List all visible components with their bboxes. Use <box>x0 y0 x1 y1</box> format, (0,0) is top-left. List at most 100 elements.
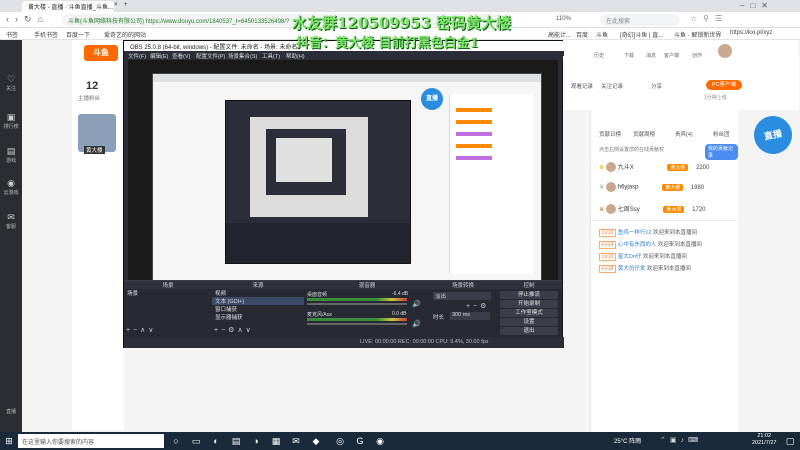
bookmark-item[interactable]: 高能计... <box>548 30 571 39</box>
chat-user[interactable]: 黄大仿仔发 <box>618 266 646 272</box>
nested-bar <box>456 156 492 160</box>
clock-date: 2021/7/27 <box>752 440 777 446</box>
menu-profile[interactable]: 配置文件(P) <box>196 52 225 60</box>
header-nav-client[interactable]: 客户端 <box>664 52 679 59</box>
my-contribution-button[interactable]: 我的贡献记录 <box>705 144 738 160</box>
start-menu-icon[interactable]: ⊞ <box>3 435 15 447</box>
bookmark-item[interactable]: 百度一下 <box>66 30 90 39</box>
transition-select[interactable]: 淡出 <box>433 292 491 300</box>
source-item[interactable]: 文本 (GDI+) <box>212 297 304 305</box>
weather-widget[interactable]: 25°C 阵雨 <box>614 436 641 445</box>
user-avatar[interactable] <box>718 44 732 58</box>
edge-browser-icon[interactable]: ◑ <box>250 435 262 447</box>
nested-capture-browser: 直播 <box>152 73 542 309</box>
browser-search-input[interactable]: 在此搜索 <box>600 14 680 26</box>
menu-file[interactable]: 文件(F) <box>128 52 146 60</box>
settings-button[interactable]: 设置 <box>500 318 558 326</box>
studio-mode-button[interactable]: 工作室模式 <box>500 309 558 317</box>
file-explorer-icon[interactable]: ▤ <box>230 435 242 447</box>
sidebar-item-follow[interactable]: ♡ 关注 <box>0 74 22 92</box>
new-tab-button[interactable]: + <box>124 1 134 12</box>
follow-history-link[interactable]: 关注记录 <box>601 82 623 90</box>
source-item[interactable]: 视频 <box>212 289 304 297</box>
tab-daily-rank[interactable]: 贡献日榜 <box>599 130 621 138</box>
game-app-icon[interactable]: G <box>354 435 366 447</box>
speaker-icon[interactable]: 🔊 <box>412 320 421 328</box>
sidebar-item-cloud-games[interactable]: ◉ 云游戏 <box>0 178 22 196</box>
task-view-icon[interactable]: ▭ <box>190 435 202 447</box>
speaker-icon[interactable]: 🔊 <box>412 300 421 308</box>
rank-row[interactable]: ♛ h6yjasp 黄大楼 1980 <box>599 182 704 192</box>
watch-history-link[interactable]: 观看记录 <box>571 82 593 90</box>
pc-client-button[interactable]: PC客户端 <box>706 80 742 90</box>
bookmark-item[interactable]: 爱奇艺的的网站 <box>104 30 146 39</box>
chat-user[interactable]: 心中有东西的人 <box>618 242 657 248</box>
header-nav-create[interactable]: 创作 <box>692 52 702 59</box>
obs-preview-canvas[interactable]: 直播 <box>128 60 558 312</box>
nested-promo-badge: 直播 <box>421 88 443 110</box>
menu-tools[interactable]: 工具(T) <box>262 52 280 60</box>
header-nav-history[interactable]: 历史 <box>594 52 604 59</box>
rank-row[interactable]: ♛ 七周Ssy 黄大楼 1720 <box>599 204 705 215</box>
notification-icon[interactable]: ▢ <box>784 435 796 447</box>
menu-help[interactable]: 帮助(H) <box>286 52 305 60</box>
exit-button[interactable]: 退出 <box>500 327 558 335</box>
contribution-notice: 点击右侧设置您的在线贡献权 <box>599 147 665 153</box>
chat-user[interactable]: 鱼鸡一样行12 <box>618 230 652 236</box>
douyu-logo[interactable]: 斗鱼 <box>84 45 118 61</box>
transition-add-remove-icon[interactable]: +−⚙ <box>466 302 489 310</box>
bookmark-item[interactable]: 百度 <box>576 30 588 39</box>
mail-icon[interactable]: ✉ <box>290 435 302 447</box>
window-controls-icon[interactable]: –□✕ <box>740 1 774 10</box>
scene-item[interactable]: 场景 <box>124 289 212 297</box>
bookmark-item[interactable]: 斗鱼 · 解锁新世界 <box>674 30 721 39</box>
source-item[interactable]: 窗口捕获 <box>212 305 304 313</box>
transitions-dock-title: 场景转换 <box>430 281 496 289</box>
chat-text: 欢迎来到本直播间 <box>646 266 691 272</box>
close-tab-icon[interactable]: × <box>114 1 122 12</box>
sidebar-item-service[interactable]: ✉ 客服 <box>0 212 22 230</box>
taskbar-clock[interactable]: 21:02 2021/7/27 <box>752 433 776 447</box>
source-add-remove-icon[interactable]: +−⚙∧∨ <box>214 326 254 334</box>
taskbar-search-input[interactable]: 在这里输入你要搜索的内容 <box>18 434 164 448</box>
start-recording-button[interactable]: 开始录制 <box>500 300 558 308</box>
bookmark-item[interactable]: 书签 <box>6 30 18 39</box>
store-icon[interactable]: ▦ <box>270 435 282 447</box>
menu-scene-collection[interactable]: 场景集合(S) <box>228 52 257 60</box>
rank-row[interactable]: ♛ 九斗X 黄大楼 2200 <box>599 162 709 173</box>
bookmark-item[interactable]: [奇幻]斗鱼 | 直... <box>620 30 663 39</box>
app-icon[interactable]: ◆ <box>310 435 322 447</box>
tab-fan-club[interactable]: 粉丝团 <box>713 130 730 138</box>
browser-tab-active[interactable]: 黄大楼 - 直播 · 斗鱼直播_斗鱼... <box>22 1 114 12</box>
header-nav-download[interactable]: 下载 <box>624 52 634 59</box>
extensions-icon[interactable]: ☆⚲☰ <box>690 14 728 23</box>
mixer-channel-label: 麦克风/Aux <box>307 312 333 318</box>
sidebar-item-live[interactable]: 直播 <box>0 408 22 415</box>
duration-input[interactable]: 300 ms <box>450 312 490 320</box>
share-link[interactable]: 分享 <box>651 82 662 90</box>
tab-weekly-rank[interactable]: 贡献周榜 <box>633 130 655 138</box>
bookmark-item[interactable]: 手机书签 <box>34 30 58 39</box>
nav-arrows-icon[interactable]: ‹›↻⌂ <box>6 14 49 25</box>
stop-streaming-button[interactable]: 停止推流 <box>500 291 558 299</box>
sidebar-item-ranking[interactable]: ▣ 排行榜 <box>0 112 22 130</box>
source-item[interactable]: 显示器捕获 <box>212 313 304 321</box>
chat-user[interactable]: 星大Dn仔 <box>618 254 642 260</box>
sidebar-item-games[interactable]: ▤ 游戏 <box>0 146 22 164</box>
overlay-douyin: 抖音：黄大楼 目前打黑色白金1 <box>296 36 479 51</box>
volume-slider[interactable] <box>307 303 407 305</box>
sidebar-item-label: 排行榜 <box>3 124 19 130</box>
scene-add-remove-icon[interactable]: +−∧∨ <box>126 326 156 334</box>
tab-vip[interactable]: 贵宾(4) <box>675 130 693 138</box>
bookmark-item[interactable]: 斗鱼 <box>596 30 608 39</box>
edge-icon[interactable]: ◐ <box>210 435 222 447</box>
menu-edit[interactable]: 编辑(E) <box>150 52 168 60</box>
volume-slider[interactable] <box>307 323 407 325</box>
system-tray-icons[interactable]: ⌃▣♪⌨ <box>660 436 702 444</box>
browser-app-icon[interactable]: ◎ <box>334 435 346 447</box>
cortana-icon[interactable]: ○ <box>170 435 182 447</box>
obs-app-icon[interactable]: ◉ <box>374 435 386 447</box>
bookmark-item[interactable]: https://kxi.pl/xyz <box>730 30 772 36</box>
menu-view[interactable]: 查看(V) <box>172 52 190 60</box>
header-nav-messages[interactable]: 消息 <box>646 52 656 59</box>
